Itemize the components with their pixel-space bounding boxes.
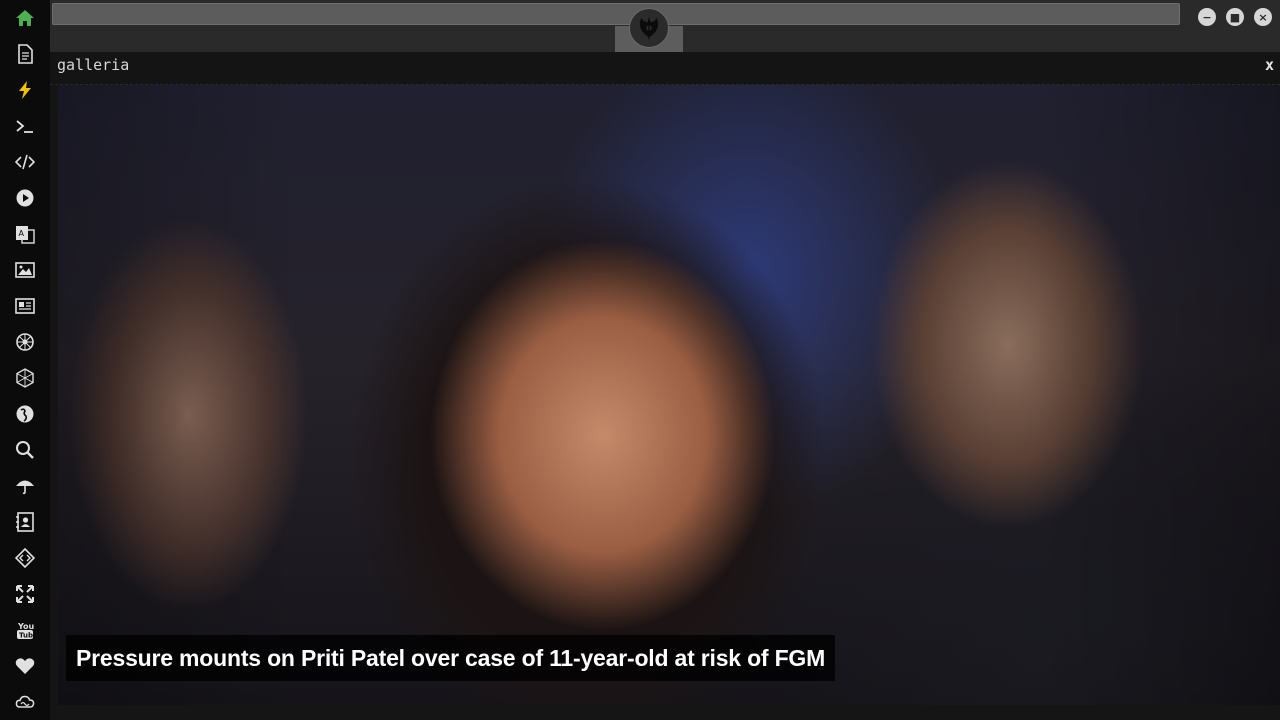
search-icon[interactable]	[13, 438, 37, 462]
close-window-button[interactable]: ×	[1254, 8, 1272, 26]
home-icon[interactable]	[13, 6, 37, 30]
top-bar: − ■ ×	[50, 0, 1280, 52]
galleria-panel: galleria x Pressure mounts on Priti Pate…	[50, 52, 1280, 720]
svg-text:A: A	[19, 229, 25, 238]
contacts-icon[interactable]	[13, 510, 37, 534]
newspaper-icon[interactable]	[13, 294, 37, 318]
minimize-button[interactable]: −	[1198, 8, 1216, 26]
image-caption[interactable]: Pressure mounts on Priti Patel over case…	[66, 635, 836, 681]
translate-icon[interactable]: A	[13, 222, 37, 246]
panel-title: galleria	[57, 56, 130, 74]
app-dock: A YouTube	[0, 0, 51, 720]
youtube-icon[interactable]: YouTube	[13, 618, 37, 642]
play-icon[interactable]	[13, 186, 37, 210]
document-icon[interactable]	[13, 42, 37, 66]
title-bar-field[interactable]	[52, 3, 1180, 25]
terminal-icon[interactable]	[13, 114, 37, 138]
panel-close-button[interactable]: x	[1265, 56, 1274, 74]
dev-icon[interactable]	[13, 546, 37, 570]
cloud-icon[interactable]	[13, 690, 37, 714]
hex-grid-icon[interactable]	[13, 366, 37, 390]
umbrella-icon[interactable]	[13, 474, 37, 498]
rebel-alliance-icon[interactable]	[629, 8, 669, 48]
image-vignette	[58, 85, 1280, 705]
panel-header: galleria x	[50, 52, 1280, 85]
heart-icon[interactable]	[13, 654, 37, 678]
svg-text:You: You	[17, 622, 35, 631]
gallery-image[interactable]: Pressure mounts on Priti Patel over case…	[58, 85, 1280, 705]
bolt-icon[interactable]	[13, 78, 37, 102]
expand-icon[interactable]	[13, 582, 37, 606]
maximize-button[interactable]: ■	[1226, 8, 1244, 26]
network-icon[interactable]	[13, 330, 37, 354]
globe-icon[interactable]	[13, 402, 37, 426]
image-icon[interactable]	[13, 258, 37, 282]
code-icon[interactable]	[13, 150, 37, 174]
svg-text:Tube: Tube	[19, 632, 35, 640]
